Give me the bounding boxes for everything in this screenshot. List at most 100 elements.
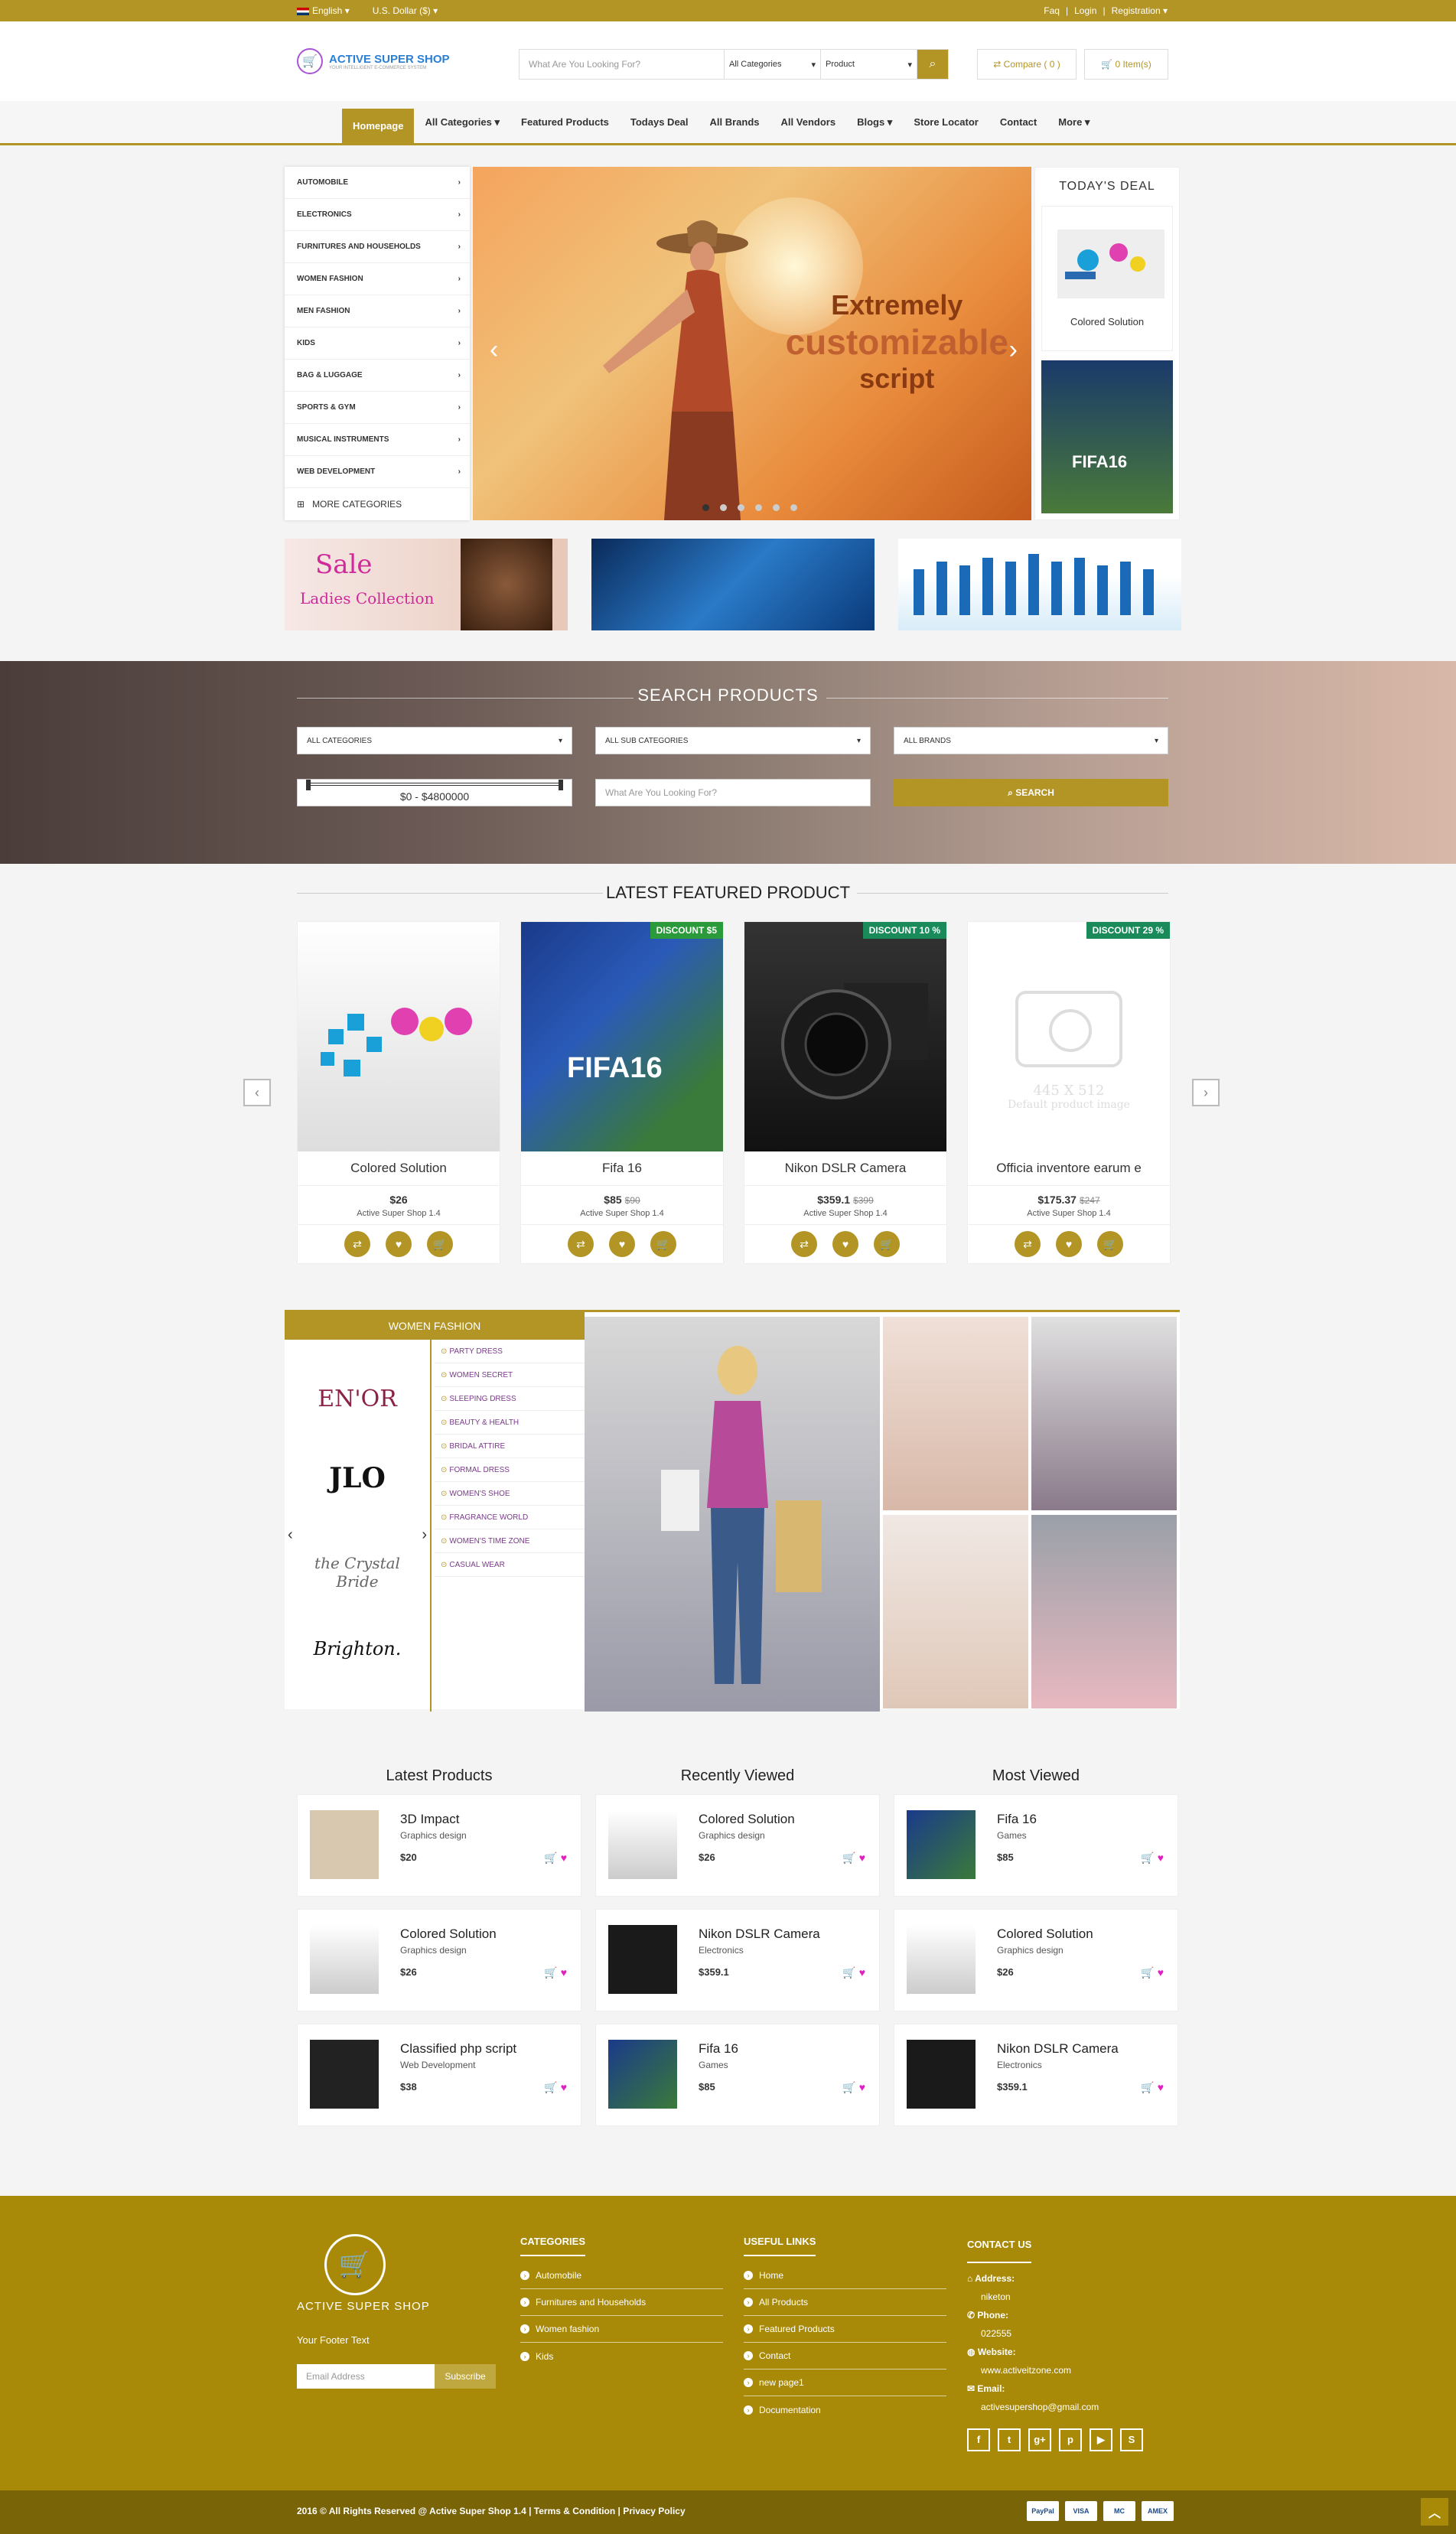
- cart-icon[interactable]: 🛒: [874, 1231, 900, 1257]
- product-card[interactable]: 445 X 512 Default product image DISCOUNT…: [967, 921, 1171, 1264]
- nav-todays-deal[interactable]: Todays Deal: [620, 101, 699, 143]
- pinterest-icon[interactable]: p: [1059, 2428, 1082, 2451]
- heart-icon[interactable]: ♥: [386, 1231, 412, 1257]
- cart-icon[interactable]: 🛒: [544, 1966, 557, 1979]
- category-item[interactable]: ELECTRONICS ›: [285, 199, 470, 231]
- category-select[interactable]: All Categories ▾: [725, 50, 821, 79]
- subscribe-button[interactable]: Subscribe: [435, 2364, 496, 2389]
- facebook-icon[interactable]: f: [967, 2428, 990, 2451]
- brand-logo[interactable]: the Crystal Bride: [308, 1554, 407, 1591]
- cart-icon[interactable]: 🛒: [842, 2081, 855, 2093]
- google-plus-icon[interactable]: g+: [1028, 2428, 1051, 2451]
- product-name[interactable]: Fifa 16: [521, 1151, 723, 1186]
- cart-icon[interactable]: 🛒: [1141, 1966, 1154, 1979]
- footer-link[interactable]: › Automobile: [520, 2262, 723, 2289]
- promo-business-banner[interactable]: [898, 539, 1181, 630]
- heart-icon[interactable]: ♥: [832, 1231, 858, 1257]
- list-item[interactable]: Nikon DSLR Camera Electronics $359.1 🛒 ♥: [894, 2024, 1178, 2126]
- list-item[interactable]: Nikon DSLR Camera Electronics $359.1 🛒 ♥: [595, 1909, 880, 2011]
- footer-link[interactable]: › Documentation: [744, 2396, 946, 2423]
- type-select[interactable]: Product ▾: [821, 50, 917, 79]
- cart-icon[interactable]: 🛒: [427, 1231, 453, 1257]
- website-link[interactable]: www.activeitzone.com: [967, 2361, 1170, 2379]
- category-item[interactable]: SPORTS & GYM ›: [285, 392, 470, 424]
- scroll-top-button[interactable]: ︿: [1421, 2498, 1448, 2526]
- heart-icon[interactable]: ♥: [1158, 2081, 1164, 2093]
- nav-contact[interactable]: Contact: [989, 101, 1047, 143]
- category-item[interactable]: MEN FASHION ›: [285, 295, 470, 327]
- product-card[interactable]: Colored Solution $26 Active Super Shop 1…: [297, 921, 500, 1264]
- twitter-icon[interactable]: t: [998, 2428, 1021, 2451]
- all-categories-select[interactable]: ALL CATEGORIES ▾: [297, 727, 572, 754]
- category-item[interactable]: AUTOMOBILE ›: [285, 167, 470, 199]
- footer-link[interactable]: › Featured Products: [744, 2316, 946, 2343]
- list-item[interactable]: Colored Solution Graphics design $26 🛒 ♥: [894, 1909, 1178, 2011]
- list-item[interactable]: Colored Solution Graphics design $26 🛒 ♥: [297, 1909, 581, 2011]
- slider-dot[interactable]: [720, 504, 727, 511]
- brand-logo[interactable]: JLO: [308, 1462, 407, 1494]
- slider-dot[interactable]: [773, 504, 780, 511]
- fashion-link[interactable]: ⊙ WOMEN'S SHOE: [435, 1482, 585, 1506]
- list-item[interactable]: Fifa 16 Games $85 🛒 ♥: [595, 2024, 880, 2126]
- heart-icon[interactable]: ♥: [609, 1231, 635, 1257]
- category-item[interactable]: WOMEN FASHION ›: [285, 263, 470, 295]
- compare-icon[interactable]: ⇄: [568, 1231, 594, 1257]
- footer-link[interactable]: › Furnitures and Households: [520, 2289, 723, 2316]
- nav-more[interactable]: More ▾: [1047, 101, 1100, 143]
- more-categories-link[interactable]: ⊞ MORE CATEGORIES: [285, 488, 470, 520]
- email-link[interactable]: activesupershop@gmail.com: [967, 2398, 1170, 2416]
- brand-logo[interactable]: EN'OR: [308, 1386, 407, 1412]
- jacket-woman-image[interactable]: [1031, 1515, 1177, 1708]
- brands-select[interactable]: ALL BRANDS ▾: [894, 727, 1168, 754]
- nav-store-locator[interactable]: Store Locator: [903, 101, 989, 143]
- sub-categories-select[interactable]: ALL SUB CATEGORIES ▾: [595, 727, 871, 754]
- slider-next-arrow[interactable]: ›: [1009, 335, 1018, 365]
- hero-slider[interactable]: Extremely customizable script ‹ ›: [473, 167, 1031, 520]
- category-item[interactable]: BAG & LUGGAGE ›: [285, 360, 470, 392]
- cart-icon[interactable]: 🛒: [544, 2081, 557, 2093]
- compare-icon[interactable]: ⇄: [791, 1231, 817, 1257]
- currency-select[interactable]: U.S. Dollar ($) ▾: [373, 5, 438, 16]
- category-item[interactable]: KIDS ›: [285, 327, 470, 360]
- footer-link[interactable]: › Home: [744, 2262, 946, 2289]
- brand-logo[interactable]: Brighton.: [308, 1638, 407, 1659]
- product-name[interactable]: Colored Solution: [298, 1151, 500, 1186]
- fashion-link[interactable]: ⊙ WOMEN'S TIME ZONE: [435, 1529, 585, 1553]
- language-select[interactable]: English ▾: [297, 5, 350, 16]
- footer-link[interactable]: › Contact: [744, 2343, 946, 2370]
- heart-icon[interactable]: ♥: [1056, 1231, 1082, 1257]
- slider-dot[interactable]: [702, 504, 709, 511]
- nav-all-categories[interactable]: All Categories ▾: [414, 101, 510, 143]
- cart-icon[interactable]: 🛒: [842, 1966, 855, 1979]
- compare-icon[interactable]: ⇄: [344, 1231, 370, 1257]
- list-item[interactable]: 3D Impact Graphics design $20 🛒 ♥: [297, 1794, 581, 1897]
- slider-dot[interactable]: [755, 504, 762, 511]
- promo-tech-banner[interactable]: [591, 539, 875, 630]
- search-products-button[interactable]: ⌕ SEARCH: [894, 779, 1168, 806]
- brand-next-arrow[interactable]: ›: [422, 1526, 427, 1544]
- price-range-slider[interactable]: $0 - $4800000: [297, 779, 572, 806]
- newsletter-email-input[interactable]: Email Address: [297, 2364, 435, 2389]
- footer-link[interactable]: › Kids: [520, 2343, 723, 2370]
- cart-icon[interactable]: 🛒: [1141, 1852, 1154, 1864]
- shopping-woman-image[interactable]: [585, 1317, 880, 1712]
- product-card[interactable]: FIFA16 DISCOUNT $5 Fifa 16 $85 $90 Active…: [520, 921, 724, 1264]
- featured-prev-button[interactable]: ‹: [243, 1079, 271, 1106]
- login-link[interactable]: Login: [1074, 5, 1096, 16]
- fashion-link[interactable]: ⊙ FORMAL DRESS: [435, 1458, 585, 1482]
- compare-icon[interactable]: ⇄: [1015, 1231, 1041, 1257]
- range-handle-min[interactable]: [306, 780, 311, 790]
- search-input[interactable]: What Are You Looking For?: [520, 50, 725, 79]
- youtube-icon[interactable]: ▶: [1090, 2428, 1112, 2451]
- heart-icon[interactable]: ♥: [859, 2081, 865, 2093]
- heart-icon[interactable]: ♥: [561, 1966, 567, 1979]
- fashion-link[interactable]: ⊙ BRIDAL ATTIRE: [435, 1435, 585, 1458]
- category-item[interactable]: FURNITURES AND HOUSEHOLDS ›: [285, 231, 470, 263]
- slider-dot[interactable]: [738, 504, 744, 511]
- search-button[interactable]: ⌕: [917, 50, 948, 79]
- deal-item-fifa-image[interactable]: FIFA16: [1041, 360, 1173, 513]
- heart-icon[interactable]: ♥: [859, 1852, 865, 1864]
- heart-icon[interactable]: ♥: [561, 2081, 567, 2093]
- product-name[interactable]: Nikon DSLR Camera: [744, 1151, 946, 1186]
- keyword-input[interactable]: What Are You Looking For?: [595, 779, 871, 806]
